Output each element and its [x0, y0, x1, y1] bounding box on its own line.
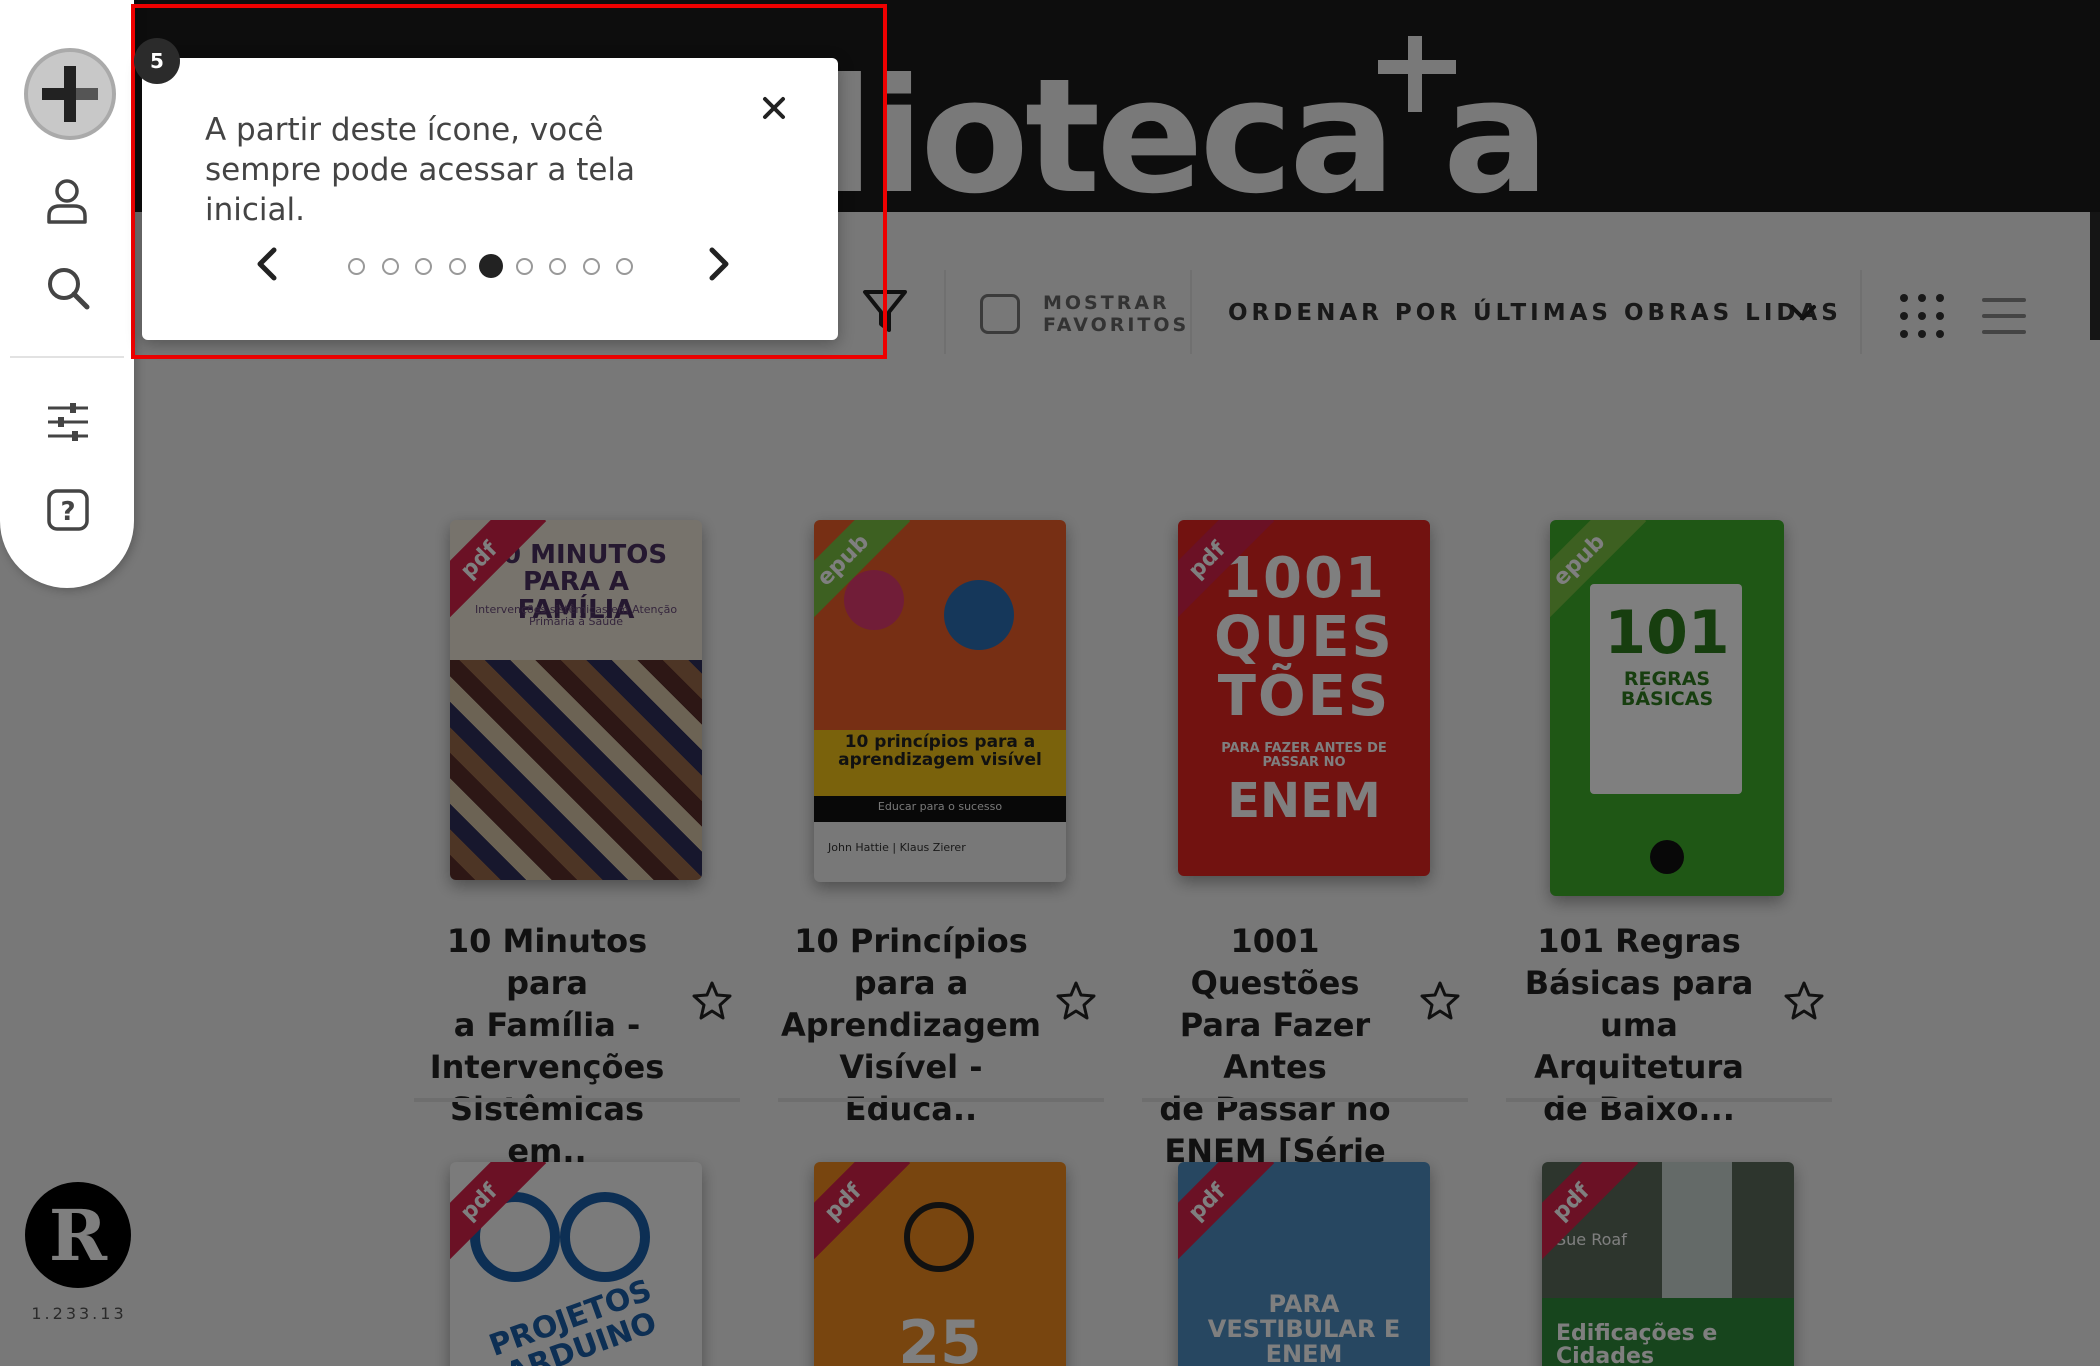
svg-text:?: ? [60, 497, 75, 527]
sidebar: ? [0, 0, 134, 588]
settings-sliders-icon[interactable] [46, 400, 90, 444]
home-logo-icon[interactable] [24, 48, 116, 140]
brand-badge-icon: R [25, 1182, 131, 1288]
step-dot[interactable] [415, 258, 432, 275]
user-icon[interactable] [46, 178, 88, 224]
book-cover[interactable]: 10 MINUTOS PARA A FAMÍLIA Intervenções s… [450, 520, 702, 880]
cover-art-circle [560, 1192, 650, 1282]
grid-view-icon[interactable] [1898, 292, 1946, 340]
favorite-star-icon[interactable] [1056, 980, 1096, 1020]
show-favorites-label[interactable]: MOSTRAR FAVORITOS [1043, 292, 1189, 336]
step-number-badge: 5 [134, 38, 180, 84]
card-divider [1506, 1098, 1832, 1102]
cover-subtitle: Educar para o sucesso [877, 800, 1003, 813]
cover-title: 25 [898, 1308, 982, 1366]
tour-tooltip: A partir deste ícone, você sempre pode a… [142, 58, 838, 340]
favorite-star-icon[interactable] [1784, 980, 1824, 1020]
step-dot[interactable] [381, 258, 399, 275]
book-cover[interactable]: 10 princípios para a aprendizagem visíve… [814, 520, 1066, 882]
book-cover[interactable]: 25 pdf [814, 1162, 1066, 1366]
step-dot[interactable] [515, 258, 533, 275]
book-cover[interactable]: 101 REGRAS BÁSICAS epub [1550, 520, 1784, 896]
show-favorites-checkbox[interactable] [980, 294, 1020, 334]
card-divider [414, 1098, 740, 1102]
cover-title: 10 princípios para a aprendizagem visíve… [838, 732, 1042, 770]
step-dot[interactable] [582, 258, 600, 275]
cover-subtitle: REGRAS BÁSICAS [1620, 668, 1714, 710]
step-dot[interactable] [348, 258, 365, 275]
sidebar-divider [10, 356, 124, 358]
cover-title: 101 [1604, 598, 1730, 668]
toolbar-divider [944, 270, 946, 354]
step-dot[interactable] [616, 258, 633, 275]
publisher-logo-icon [1650, 840, 1684, 874]
step-dot[interactable] [448, 258, 466, 275]
step-dots [348, 254, 633, 278]
logo-text: lioteca a [820, 45, 1549, 212]
card-divider [1142, 1098, 1468, 1102]
book-title[interactable]: 10 Minutos para a Família - Intervenções… [414, 920, 680, 1172]
cover-art-circle [944, 580, 1014, 650]
cover-author: Sue Roaf [1556, 1230, 1627, 1249]
favorite-star-icon[interactable] [1420, 980, 1460, 1020]
format-ribbon: pdf [1178, 1162, 1275, 1270]
previous-step-chevron-icon[interactable] [252, 246, 282, 282]
toolbar-divider [1190, 270, 1192, 354]
step-dot[interactable] [479, 254, 503, 278]
close-icon[interactable] [760, 94, 788, 122]
cover-art-circle [904, 1202, 974, 1272]
format-ribbon: pdf [814, 1162, 911, 1270]
search-icon[interactable] [46, 266, 90, 310]
step-dot[interactable] [549, 258, 566, 275]
cover-art [450, 660, 702, 880]
book-cover[interactable]: PARA VESTIBULAR E ENEM pdf [1178, 1162, 1430, 1366]
card-divider [778, 1098, 1104, 1102]
toolbar-divider [1860, 270, 1862, 354]
logo-plus-icon [1408, 36, 1422, 112]
scrollbar[interactable] [2090, 212, 2100, 340]
cover-title: PROJETOS ARDUINO [484, 1272, 662, 1366]
favorite-star-icon[interactable] [692, 980, 732, 1020]
chevron-down-icon[interactable] [1788, 298, 1818, 328]
book-cover[interactable]: Sue Roaf Edificações e Cidades pdf [1542, 1162, 1794, 1366]
logo-plus-icon-bar [1378, 60, 1456, 74]
tooltip-text: A partir deste ícone, você sempre pode a… [205, 112, 636, 228]
book-cover[interactable]: PROJETOS ARDUINO pdf [450, 1162, 702, 1366]
cover-title: PARA VESTIBULAR E ENEM [1207, 1290, 1401, 1366]
book-cover[interactable]: 1001 QUES TÕES PARA FAZER ANTES DE PASSA… [1178, 520, 1430, 876]
next-step-chevron-icon[interactable] [704, 246, 734, 282]
cover-subtitle: Intervenções sistêmicas em Atenção Primá… [474, 603, 678, 628]
sort-dropdown[interactable]: ORDENAR POR ÚLTIMAS OBRAS LIDAS [1228, 300, 1842, 326]
cover-title: 1001 QUES TÕES [1214, 546, 1394, 729]
cover-title: Edificações e Cidades [1556, 1321, 1718, 1366]
help-icon[interactable]: ? [46, 488, 90, 532]
cover-art-circle [844, 570, 904, 630]
cover-title-enem: ENEM [1227, 773, 1381, 829]
list-view-icon[interactable] [1982, 296, 2026, 336]
format-ribbon: pdf [1542, 1162, 1639, 1270]
cover-authors: John Hattie | Klaus Zierer [828, 841, 966, 854]
app-version: 1.233.13 [31, 1304, 127, 1323]
cover-subtitle: PARA FAZER ANTES DE PASSAR NO [1221, 741, 1387, 770]
